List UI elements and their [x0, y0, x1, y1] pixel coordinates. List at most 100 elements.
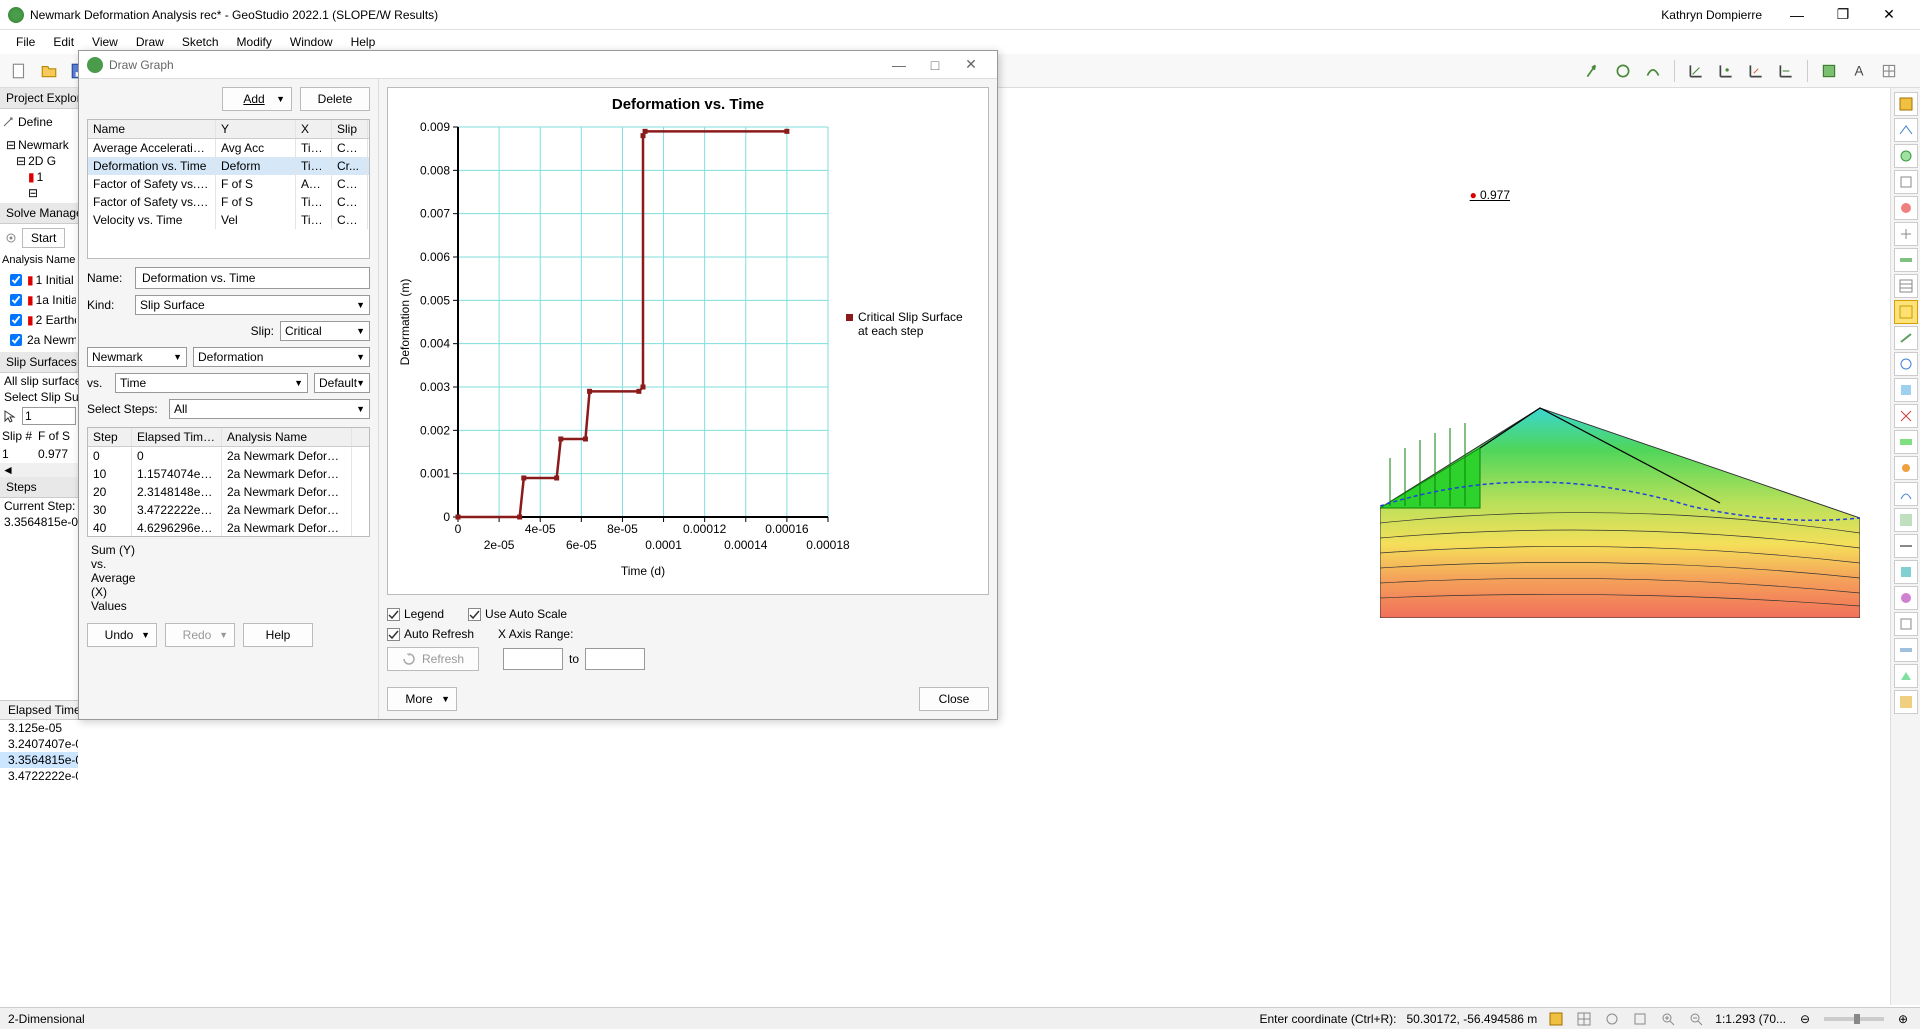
start-button[interactable]: Start: [22, 228, 65, 248]
close-button[interactable]: ✕: [1866, 0, 1912, 30]
kind-select[interactable]: Slip Surface▼: [135, 295, 370, 315]
autorefresh-checkbox[interactable]: Auto Refresh: [387, 627, 474, 641]
menu-edit[interactable]: Edit: [45, 33, 82, 51]
menu-draw[interactable]: Draw: [128, 33, 172, 51]
tree-item[interactable]: ⊟: [2, 185, 76, 201]
select-steps-select[interactable]: All▼: [169, 399, 370, 419]
open-icon[interactable]: [36, 58, 62, 84]
deformation-select[interactable]: Deformation▼: [193, 347, 370, 367]
rt-icon-14[interactable]: [1894, 456, 1918, 480]
menu-sketch[interactable]: Sketch: [174, 33, 227, 51]
col-y[interactable]: Y: [216, 120, 296, 138]
close-dialog-button[interactable]: Close: [919, 687, 989, 711]
analysis-item[interactable]: ▮2 Earthq: [2, 310, 76, 330]
dialog-minimize-button[interactable]: —: [881, 57, 917, 73]
autoscale-checkbox[interactable]: Use Auto Scale: [468, 607, 567, 621]
menu-modify[interactable]: Modify: [229, 33, 280, 51]
col-elapsed[interactable]: Elapsed Time (d): [132, 428, 222, 446]
zoom-fit-icon[interactable]: [1631, 1010, 1649, 1028]
rt-icon-9[interactable]: [1894, 326, 1918, 350]
analysis-item[interactable]: ▮1a Initial: [2, 290, 76, 310]
minimize-button[interactable]: —: [1774, 0, 1820, 30]
slip-select[interactable]: Critical▼: [280, 321, 370, 341]
cursor-icon[interactable]: [2, 408, 18, 424]
tree-item[interactable]: ▮1: [2, 169, 76, 185]
rt-icon-10[interactable]: [1894, 352, 1918, 376]
zoom-minus-icon[interactable]: ⊖: [1796, 1010, 1814, 1028]
maximize-button[interactable]: ❐: [1820, 0, 1866, 30]
tool-axis4-icon[interactable]: [1773, 58, 1799, 84]
graph-row[interactable]: Factor of Safety vs. TimeF of STimeCu...: [88, 193, 369, 211]
analysis-item[interactable]: 2a Newm: [2, 330, 76, 350]
new-icon[interactable]: [6, 58, 32, 84]
rt-icon-22[interactable]: [1894, 664, 1918, 688]
graph-row[interactable]: Velocity vs. TimeVelTimeCu...: [88, 211, 369, 229]
zoom-out-icon[interactable]: [1687, 1010, 1705, 1028]
rt-icon-18[interactable]: [1894, 560, 1918, 584]
xrange-to-input[interactable]: [585, 648, 645, 670]
dialog-maximize-button[interactable]: □: [917, 57, 953, 73]
refresh-button[interactable]: Refresh: [387, 647, 479, 671]
sb-icon-1[interactable]: [1547, 1010, 1565, 1028]
col-x[interactable]: X: [296, 120, 332, 138]
rt-icon-16[interactable]: [1894, 508, 1918, 532]
sum-avg-checkbox[interactable]: Sum (Y) vs. Average (X) Values: [87, 543, 129, 613]
col-step[interactable]: Step: [88, 428, 132, 446]
rt-icon-selected[interactable]: [1894, 300, 1918, 324]
step-row[interactable]: 202.3148148e-062a Newmark Deformation: [88, 483, 369, 501]
graph-row[interactable]: Factor of Safety vs. Aver...F of SAvg...…: [88, 175, 369, 193]
legend-checkbox[interactable]: Legend: [387, 607, 444, 621]
graph-row[interactable]: Deformation vs. TimeDeformTimeCr...: [88, 157, 369, 175]
col-aname[interactable]: Analysis Name: [222, 428, 352, 446]
vs-select[interactable]: Time▼: [115, 373, 308, 393]
zoom-slider[interactable]: [1824, 1017, 1884, 1021]
undo-button[interactable]: Undo▼: [87, 623, 157, 647]
rt-icon-5[interactable]: [1894, 196, 1918, 220]
menu-window[interactable]: Window: [282, 33, 341, 51]
rt-icon-6[interactable]: [1894, 222, 1918, 246]
rt-icon-15[interactable]: [1894, 482, 1918, 506]
rt-icon-20[interactable]: [1894, 612, 1918, 636]
add-button[interactable]: Add▼: [222, 87, 292, 111]
step-row[interactable]: 101.1574074e-062a Newmark Deformation: [88, 465, 369, 483]
tool-grid-icon[interactable]: [1876, 58, 1902, 84]
rt-icon-17[interactable]: [1894, 534, 1918, 558]
help-button[interactable]: Help: [243, 623, 313, 647]
define-label[interactable]: Define: [18, 115, 53, 129]
menu-view[interactable]: View: [84, 33, 126, 51]
more-button[interactable]: More▼: [387, 687, 457, 711]
tool-a-icon[interactable]: A: [1846, 58, 1872, 84]
zoom-plus-icon[interactable]: ⊕: [1894, 1010, 1912, 1028]
tree-item[interactable]: ⊟2D G: [2, 153, 76, 169]
step-row[interactable]: 303.4722222e-062a Newmark Deformation: [88, 501, 369, 519]
rt-icon-3[interactable]: [1894, 144, 1918, 168]
sb-grid-icon[interactable]: [1575, 1010, 1593, 1028]
rt-icon-19[interactable]: [1894, 586, 1918, 610]
xrange-from-input[interactable]: [503, 648, 563, 670]
delete-button[interactable]: Delete: [300, 87, 370, 111]
col-name[interactable]: Name: [88, 120, 216, 138]
rt-icon-13[interactable]: [1894, 430, 1918, 454]
step-list[interactable]: Step Elapsed Time (d) Analysis Name 002a…: [87, 427, 370, 537]
tool-circle-icon[interactable]: [1610, 58, 1636, 84]
zoom-in-icon[interactable]: [1659, 1010, 1677, 1028]
analysis-item[interactable]: ▮1 Initial S: [2, 270, 76, 290]
col-slip[interactable]: Slip: [332, 120, 368, 138]
menu-help[interactable]: Help: [343, 33, 384, 51]
slip-number-input[interactable]: [22, 407, 76, 425]
rt-icon-4[interactable]: [1894, 170, 1918, 194]
rt-icon-8[interactable]: [1894, 274, 1918, 298]
default-select[interactable]: Default▼: [314, 373, 370, 393]
tool-axis3-icon[interactable]: [1743, 58, 1769, 84]
tree-item[interactable]: ⊟Newmark: [2, 137, 76, 153]
rt-icon-2[interactable]: [1894, 118, 1918, 142]
dialog-close-button[interactable]: ✕: [953, 56, 989, 73]
name-input[interactable]: [135, 267, 370, 289]
menu-file[interactable]: File: [8, 33, 43, 51]
step-row[interactable]: 404.6296296e-062a Newmark Deformation: [88, 519, 369, 537]
tool-axis2-icon[interactable]: [1713, 58, 1739, 84]
rt-icon-23[interactable]: [1894, 690, 1918, 714]
tool-region-icon[interactable]: [1816, 58, 1842, 84]
graph-list[interactable]: Name Y X Slip Average Acceleration vs...…: [87, 119, 370, 259]
rt-icon-7[interactable]: [1894, 248, 1918, 272]
